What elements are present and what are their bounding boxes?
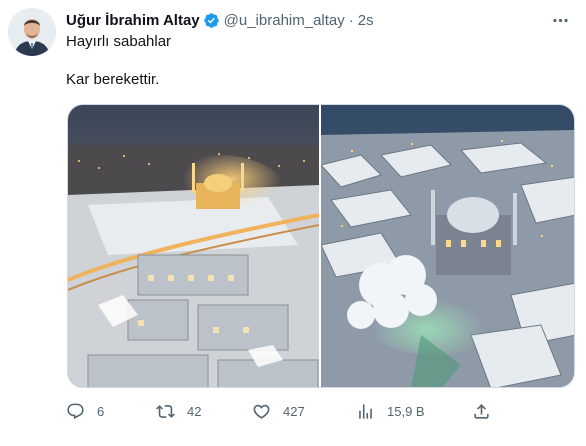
author-handle[interactable]: @u_ibrahim_altay	[224, 12, 345, 29]
retweet-icon	[156, 404, 175, 418]
share-icon	[474, 403, 489, 419]
retweet-count: 42	[187, 403, 202, 419]
author-name[interactable]: Uğur İbrahim Altay	[66, 12, 200, 29]
photo-snowy-square[interactable]	[68, 105, 319, 387]
share-button[interactable]	[472, 398, 491, 424]
like-count: 427	[283, 403, 305, 419]
timestamp[interactable]: 2s	[358, 12, 374, 29]
views-button[interactable]: 15,9 B	[356, 398, 425, 424]
views-bar-icon	[359, 403, 372, 419]
more-dots-icon	[552, 18, 568, 22]
separator-dot: ·	[348, 11, 354, 29]
tweet-media	[67, 104, 575, 388]
reply-count: 6	[97, 403, 105, 419]
tweet-text-line-2: Kar berekettir.	[66, 71, 160, 88]
retweet-button[interactable]: 42	[156, 398, 201, 424]
views-count: 15,9 B	[387, 403, 425, 419]
tweet-text-line-1: Hayırlı sabahlar	[66, 33, 172, 50]
tweet[interactable]: Uğur İbrahim Altay @u_ibrahim_altay · 2s…	[0, 0, 586, 446]
avatar-portrait	[8, 8, 56, 56]
reply-icon	[67, 403, 84, 419]
avatar[interactable]	[8, 8, 56, 56]
verified-badge-icon	[203, 12, 220, 29]
photo-snowy-city-mosque[interactable]	[321, 105, 574, 387]
heart-icon	[253, 404, 270, 419]
like-button[interactable]: 427	[252, 398, 305, 424]
reply-button[interactable]: 6	[66, 398, 104, 424]
tweet-actions: 6 42 427 15,9 B	[60, 398, 500, 424]
tweet-header: Uğur İbrahim Altay @u_ibrahim_altay · 2s	[66, 10, 374, 30]
more-button[interactable]	[548, 8, 572, 32]
